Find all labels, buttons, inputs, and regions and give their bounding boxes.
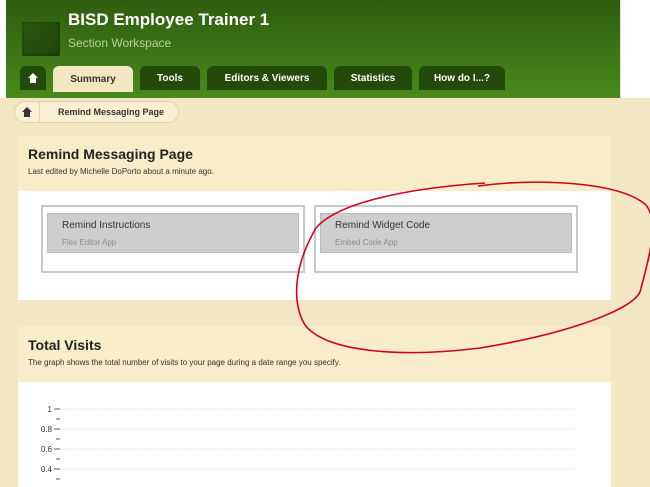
y-tick-label: 0.4 [41, 465, 53, 474]
page-panel: Remind Messaging Page Last edited by Mic… [18, 136, 611, 300]
app-type: Flex Editor App [62, 238, 117, 247]
breadcrumb: Remind Messaging Page [14, 101, 180, 123]
header-bar: BISD Employee Trainer 1 Section Workspac… [6, 0, 620, 98]
visits-chart-area: 1 0.8 0.6 0.4 [18, 382, 611, 487]
visits-panel: Total Visits The graph shows the total n… [18, 326, 611, 487]
breadcrumb-home[interactable] [14, 101, 40, 123]
section-logo-icon [22, 22, 60, 56]
tab-how-do-i[interactable]: How do I...? [419, 66, 505, 90]
main-tabs: Summary Tools Editors & Viewers Statisti… [20, 66, 505, 92]
page-apps-area: Remind Instructions Flex Editor App Remi… [18, 191, 611, 300]
visits-chart: 1 0.8 0.6 0.4 [41, 405, 574, 480]
app-box-remind-widget-code[interactable]: Remind Widget Code Embed Code App [314, 205, 578, 273]
page-last-edited: Last edited by Michelle DoPorto about a … [28, 167, 214, 176]
app-tile[interactable]: Remind Instructions Flex Editor App [47, 213, 299, 253]
app-name: Remind Instructions [62, 220, 151, 231]
home-icon [28, 73, 38, 83]
y-tick-label: 1 [48, 405, 53, 414]
tab-summary[interactable]: Summary [53, 66, 133, 92]
y-tick-label: 0.8 [41, 425, 53, 434]
home-icon [22, 107, 32, 117]
site-title: BISD Employee Trainer 1 [68, 10, 270, 29]
tab-tools[interactable]: Tools [140, 66, 200, 90]
header-right-margin [620, 0, 650, 98]
tab-statistics[interactable]: Statistics [334, 66, 412, 90]
app-type: Embed Code App [335, 238, 398, 247]
app-name: Remind Widget Code [335, 220, 431, 231]
visits-description: The graph shows the total number of visi… [28, 358, 341, 367]
page-title: Remind Messaging Page [28, 146, 193, 162]
y-tick-label: 0.6 [41, 445, 53, 454]
tab-home[interactable] [20, 66, 46, 90]
site-subtitle: Section Workspace [68, 36, 172, 50]
app-tile[interactable]: Remind Widget Code Embed Code App [320, 213, 572, 253]
breadcrumb-current[interactable]: Remind Messaging Page [40, 101, 180, 123]
site-header: BISD Employee Trainer 1 Section Workspac… [0, 0, 650, 98]
tab-editors-viewers[interactable]: Editors & Viewers [207, 66, 327, 90]
app-box-remind-instructions[interactable]: Remind Instructions Flex Editor App [41, 205, 305, 273]
visits-title: Total Visits [28, 337, 102, 353]
